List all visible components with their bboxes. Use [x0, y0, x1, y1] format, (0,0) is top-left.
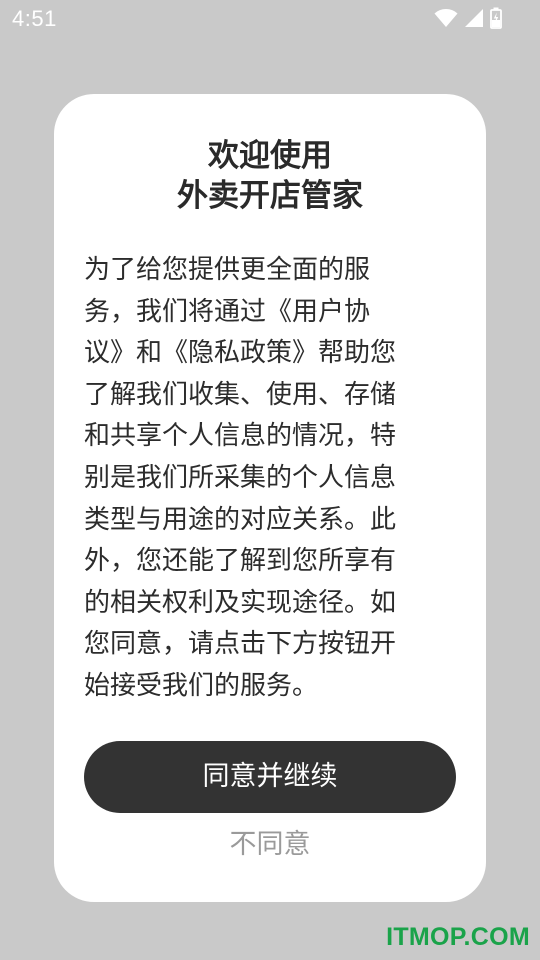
body-line: 您同意，请点击下方按钮开: [84, 629, 397, 660]
watermark-text: ITMOP.COM: [386, 923, 530, 951]
status-time: 4:51: [12, 6, 57, 31]
disagree-button[interactable]: 不同意: [170, 822, 370, 868]
body-line: 外，您还能了解到您所享有: [84, 546, 397, 577]
dialog-title-line: 欢迎使用: [208, 138, 332, 174]
body-line: 别是我们所采集的个人信息: [84, 462, 397, 493]
dialog-body-text: 为了给您提供更全面的服 务，我们将通过《用户协 议》和《隐私政策》帮助您 了解我…: [84, 250, 456, 708]
status-bar: 4:51: [0, 0, 540, 38]
body-line: 类型与用途的对应关系。此: [84, 504, 397, 535]
agree-and-continue-button[interactable]: 同意并继续: [84, 741, 456, 813]
body-line: 的相关权利及实现途径。如: [84, 587, 397, 618]
body-line: 务，我们将通过《用户协: [84, 296, 371, 327]
dialog-title-line: 外卖开店管家: [177, 178, 363, 214]
dialog-title: 欢迎使用 外卖开店管家: [0, 136, 540, 216]
body-line: 为了给您提供更全面的服: [84, 255, 371, 285]
battery-charging-icon: [490, 7, 502, 29]
wifi-icon: [434, 8, 458, 28]
status-icons: [434, 6, 502, 30]
body-line: 议》和《隐私政策》帮助您: [84, 338, 397, 369]
body-line: 了解我们收集、使用、存储: [84, 379, 397, 410]
body-line: 始接受我们的服务。: [84, 670, 319, 701]
body-line: 和共享个人信息的情况，特: [84, 421, 397, 452]
cellular-signal-icon: [464, 8, 484, 28]
